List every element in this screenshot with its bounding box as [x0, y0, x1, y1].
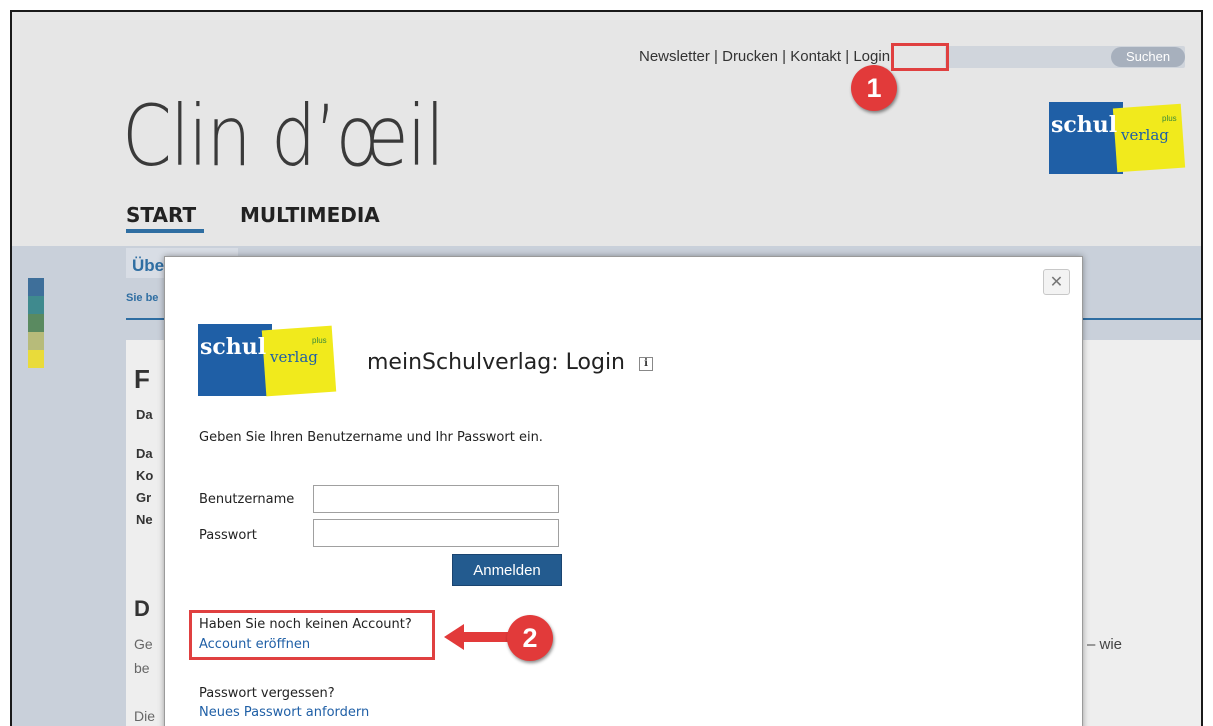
logo-schul-text: schul [200, 334, 267, 360]
color-swatch [28, 296, 44, 314]
nav-multimedia[interactable]: MULTIMEDIA [240, 203, 380, 227]
kontakt-link[interactable]: Kontakt [790, 48, 841, 65]
login-link[interactable]: Login [853, 48, 890, 65]
content-line: Ko [136, 468, 154, 483]
close-icon[interactable]: ✕ [1043, 269, 1070, 295]
color-swatch [28, 332, 44, 350]
username-label: Benutzername [199, 492, 295, 507]
highlight-login [891, 43, 949, 71]
header-links: Newsletter | Drucken | Kontakt | Login [639, 48, 890, 65]
new-password-link[interactable]: Neues Passwort anfordern [199, 705, 369, 720]
highlight-create-account [189, 610, 435, 660]
breadcrumb: Sie be [126, 292, 159, 304]
color-swatch [28, 350, 44, 368]
nav-start[interactable]: START [126, 203, 196, 227]
newsletter-link[interactable]: Newsletter [639, 48, 710, 65]
separator: | [845, 48, 850, 65]
content-paragraph-fragment: – wie [1087, 636, 1123, 653]
logo-verlag-text: verlag [1121, 126, 1169, 144]
separator: | [714, 48, 718, 65]
search-button[interactable]: Suchen [1111, 47, 1185, 67]
logo-schul-text: schul [1051, 112, 1118, 138]
content-paragraph-line: be [134, 660, 150, 676]
info-icon[interactable]: i [639, 357, 653, 371]
password-field[interactable] [313, 519, 559, 547]
schulverlag-logo[interactable]: schul verlag plus [1049, 102, 1189, 174]
content-paragraph-line: Die [134, 708, 156, 724]
content-paragraph-line: Ge [134, 636, 153, 652]
drucken-link[interactable]: Drucken [722, 48, 778, 65]
logo-plus-text: plus [312, 336, 327, 345]
content-line: Ne [136, 512, 153, 527]
color-swatch [28, 314, 44, 332]
content-heading: F [134, 364, 150, 394]
logo-verlag-text: verlag [270, 348, 318, 366]
separator: | [782, 48, 787, 65]
browser-page: Newsletter | Drucken | Kontakt | Login S… [10, 10, 1203, 726]
dialog-intro: Geben Sie Ihren Benutzername und Ihr Pas… [199, 430, 543, 445]
password-label: Passwort [199, 528, 257, 543]
step-badge-2: 2 [507, 615, 553, 661]
login-button[interactable]: Anmelden [452, 554, 562, 586]
color-swatch [28, 278, 44, 296]
schulverlag-dialog-logo: schul verlag plus [198, 324, 340, 397]
content-line: Da [136, 407, 153, 422]
step-badge-1: 1 [851, 65, 897, 111]
content-line: Da [136, 446, 153, 461]
content-heading: D [134, 596, 150, 621]
forgot-password-text: Passwort vergessen? [199, 686, 335, 701]
content-line: Gr [136, 490, 152, 505]
logo-plus-text: plus [1162, 114, 1177, 123]
dialog-title: meinSchulverlag: Login [367, 350, 625, 375]
site-title: Clin d’œil [122, 87, 445, 185]
nav-active-indicator [126, 229, 204, 233]
username-field[interactable] [313, 485, 559, 513]
